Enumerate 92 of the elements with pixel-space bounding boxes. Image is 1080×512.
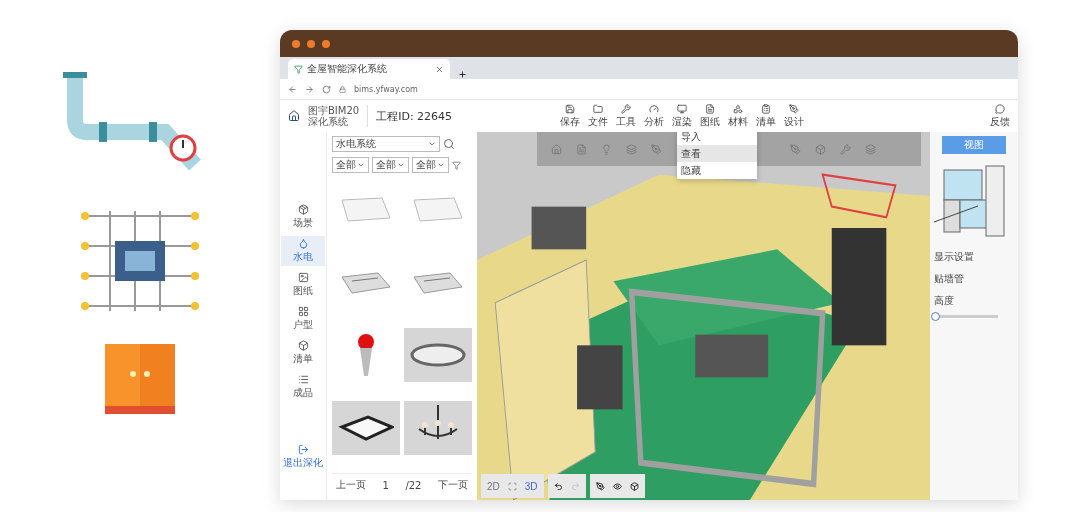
forward-icon[interactable] — [305, 84, 314, 94]
height-slider[interactable] — [934, 312, 998, 321]
toolbar-icon[interactable] — [551, 143, 562, 155]
view-mode-button[interactable]: 2D — [487, 480, 500, 492]
filter-select[interactable]: 全部 — [372, 157, 409, 173]
window-dot-icon — [307, 39, 315, 48]
sidebar-item[interactable]: 场景 — [281, 202, 325, 232]
wall-pipe-label: 贴墙管 — [934, 272, 965, 286]
toolbar-icon[interactable] — [815, 143, 826, 155]
tool-icon — [621, 103, 632, 114]
chevron-down-icon — [397, 161, 405, 169]
undo-icon[interactable] — [553, 481, 563, 491]
tool-icon — [593, 103, 604, 114]
toolbar-button[interactable]: 工具 — [616, 103, 637, 129]
sidebar-item[interactable]: 清单 — [281, 338, 325, 368]
lock-icon — [339, 85, 346, 93]
chevron-down-icon — [428, 140, 436, 148]
url-text[interactable]: bims.yfway.com — [354, 84, 418, 94]
next-page-button[interactable]: 下一页 — [437, 478, 468, 492]
browser-tab[interactable]: 全屋智能深化系统 — [288, 59, 450, 79]
sidebar-icon — [297, 340, 309, 351]
sidebar-item[interactable]: 图纸 — [281, 270, 325, 300]
toolbar-button[interactable]: 设计 — [784, 103, 805, 129]
product-thumbnail[interactable] — [404, 401, 472, 455]
tool-icon — [677, 103, 688, 114]
toolbar-icon[interactable] — [601, 143, 612, 155]
logo-text: 图宇BIM20 深化系统 — [308, 105, 369, 127]
sidebar-icon — [297, 238, 309, 249]
logo-icon — [288, 110, 300, 122]
toolbar-icon[interactable] — [626, 143, 637, 155]
toolbar-icon[interactable] — [576, 143, 587, 155]
cube-icon[interactable] — [629, 481, 639, 491]
toolbar-icon[interactable] — [651, 143, 662, 155]
sidebar-item[interactable]: 水电 — [281, 236, 325, 266]
redo-icon[interactable] — [570, 481, 580, 491]
display-settings-label: 显示设置 — [934, 250, 975, 264]
sidebar-icon — [297, 272, 309, 283]
tool-icon — [761, 103, 772, 114]
tool-icon — [733, 103, 744, 114]
height-label: 高度 — [934, 294, 955, 308]
chevron-down-icon — [357, 161, 365, 169]
toolbar-button[interactable]: 图纸 — [700, 103, 721, 129]
prev-page-button[interactable]: 上一页 — [336, 478, 366, 492]
filter-select[interactable]: 全部 — [332, 157, 369, 173]
product-thumbnail[interactable] — [404, 328, 472, 382]
category-select[interactable]: 水电系统 — [332, 136, 440, 152]
filter-icon[interactable] — [452, 160, 461, 170]
toolbar-button[interactable]: 清单 — [756, 103, 777, 129]
tool-icon — [565, 103, 576, 114]
ceiling-light-icon — [338, 413, 394, 443]
sidebar-icon — [297, 204, 309, 215]
eye-icon[interactable] — [612, 481, 622, 491]
window-dot-icon — [292, 39, 300, 48]
page-total: /22 — [405, 479, 422, 491]
toolbar-icon[interactable] — [790, 143, 801, 155]
chevron-down-icon — [437, 161, 445, 169]
product-thumbnail[interactable] — [332, 401, 400, 455]
sidebar-item[interactable]: 户型 — [281, 304, 325, 334]
sidebar-icon — [297, 374, 309, 385]
toolbar-icon[interactable] — [865, 143, 876, 155]
chat-icon — [995, 103, 1005, 114]
toolbar-button[interactable]: 保存 — [560, 103, 581, 129]
page-number: 1 — [382, 479, 389, 491]
toolbar-button[interactable]: 材料 — [728, 103, 749, 129]
menu-item[interactable]: 导入 — [677, 132, 757, 145]
filter-select[interactable]: 全部 — [412, 157, 449, 173]
new-tab-icon[interactable] — [458, 70, 467, 79]
window-dot-icon — [322, 39, 330, 48]
toolbar-icon[interactable] — [840, 143, 851, 155]
fit-view-icon[interactable] — [507, 481, 517, 491]
logout-icon — [297, 444, 309, 455]
tool-icon — [649, 103, 660, 114]
toolbar-button[interactable]: 分析 — [644, 103, 665, 129]
sidebar-icon — [297, 306, 309, 317]
sidebar-item[interactable]: 成品 — [281, 372, 325, 402]
menu-item[interactable]: 隐藏 — [677, 162, 757, 179]
reload-icon[interactable] — [322, 84, 331, 94]
view-mode-button[interactable]: 3D — [524, 480, 538, 492]
ceiling-panel-icon — [338, 194, 394, 224]
site-icon — [294, 64, 303, 74]
search-icon[interactable] — [443, 138, 455, 150]
toolbar-button[interactable]: 文件 — [588, 103, 609, 129]
close-icon[interactable] — [435, 64, 444, 74]
tool-icon — [705, 103, 716, 114]
tool-icon — [789, 103, 800, 114]
feedback-button[interactable]: 反馈 — [990, 103, 1010, 129]
menu-item[interactable]: 查看 — [677, 145, 757, 162]
exit-button[interactable]: 退出深化 — [281, 442, 325, 472]
toolbar-button[interactable]: 渲染 — [672, 103, 693, 129]
project-id: 工程ID: 22645 — [376, 108, 453, 124]
back-icon[interactable] — [288, 84, 297, 94]
ceiling-panel-icon — [410, 194, 466, 224]
